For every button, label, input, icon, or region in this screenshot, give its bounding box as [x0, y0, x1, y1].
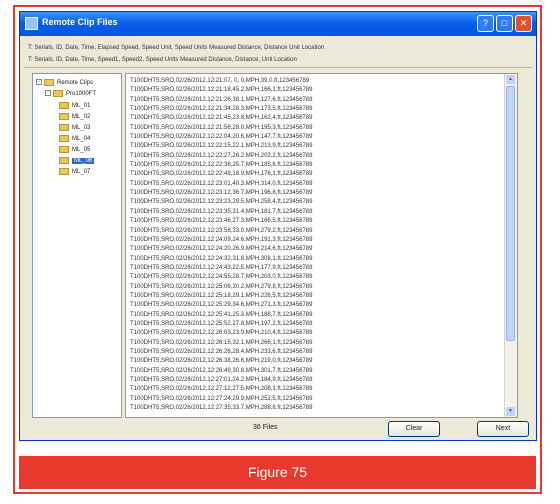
record-line: T100DHT5,SRO,02/26/2012,12:22:04,20.6,MP… — [130, 134, 313, 141]
record-line: T100DHT5,SRO,02/26/2012,12:26:49,30.8,MP… — [130, 367, 313, 374]
record-line: T100DHT5,SRO,02/26/2012,12:25:29,34.6,MP… — [130, 302, 313, 309]
folder-icon — [59, 123, 69, 131]
folder-icon — [59, 145, 69, 153]
record-line: T100DHT5,SRO,02/26/2012,12:25:52,27.8,MP… — [130, 320, 313, 327]
remote-clip-files-window: Remote Clip Files ? □ ✕ T: Serials, ID, … — [19, 11, 537, 441]
separator — [24, 67, 532, 68]
tree-folder-ml01[interactable]: ML_01 — [59, 101, 90, 111]
record-line: T100DHT5,SRO,02/26/2012,12:21:26,38.1,MP… — [130, 96, 313, 103]
tree-folder-ml06-selected[interactable]: ML_06 — [59, 156, 95, 166]
format-line-2: T: Serials, ID, Date, Time, Speed1, Spee… — [28, 57, 297, 63]
tree-folder-label: ML_01 — [72, 103, 91, 109]
record-line: T100DHT5,SRO,02/26/2012,12:24:09,24.6,MP… — [130, 236, 313, 243]
record-line: T100DHT5,SRO,02/26/2012,12:25:18,29.1,MP… — [130, 292, 313, 299]
record-line: T100DHT5,SRO,02/26/2012,12:22:15,22.1,MP… — [130, 143, 313, 150]
tree-folder-ml04[interactable]: ML_04 — [59, 134, 90, 144]
close-button[interactable]: ✕ — [515, 15, 532, 32]
next-button[interactable]: Next — [477, 421, 529, 437]
tree-folder-label: ML_05 — [72, 147, 91, 153]
tree-folder-ml05[interactable]: ML_05 — [59, 145, 90, 155]
file-count: 36 Files — [253, 424, 278, 431]
record-line: T100DHT5,SRO,02/26/2012,12:23:23,29.5,MP… — [130, 199, 313, 206]
record-line: T100DHT5,SRO,02/26/2012,12:21:45,23.8,MP… — [130, 115, 313, 122]
help-button[interactable]: ? — [477, 15, 494, 32]
record-line: T100DHT5,SRO,02/26/2012,12:26:26,28.4,MP… — [130, 348, 313, 355]
record-line: T100DHT5,SRO,02/26/2012,12:23:35,31.4,MP… — [130, 208, 313, 215]
tree-folder-label: ML_02 — [72, 114, 91, 120]
record-line: T100DHT5,SRO,02/26/2012,12:21:07, 0, 0,M… — [130, 78, 310, 84]
collapse-icon[interactable]: - — [36, 79, 42, 86]
clear-button[interactable]: Clear — [388, 421, 440, 437]
record-line: T100DHT5,SRO,02/26/2012,12:26:03,23.9,MP… — [130, 330, 313, 337]
tree-folder-ml03[interactable]: ML_03 — [59, 123, 90, 133]
vertical-scrollbar[interactable]: ▲ ▼ — [504, 74, 517, 417]
record-line: T100DHT5,SRO,02/26/2012,12:23:58,33.0,MP… — [130, 227, 313, 234]
record-line: T100DHT5,SRO,02/26/2012,12:23:12,36.7,MP… — [130, 190, 313, 197]
records-pane[interactable]: T100DHT5,SRO,02/26/2012,12:21:07, 0, 0,M… — [125, 73, 518, 418]
tree-root[interactable]: - Remote Clips — [36, 78, 93, 88]
figure-caption: Figure 75 — [19, 456, 536, 489]
record-line: T100DHT5,SRO,02/26/2012,12:22:27,26.2,MP… — [130, 152, 313, 159]
record-line: T100DHT5,SRO,02/26/2012,12:23:46,27.3,MP… — [130, 218, 313, 225]
record-line: T100DHT5,SRO,02/26/2012,12:25:06,30.2,MP… — [130, 283, 313, 290]
window-title: Remote Clip Files — [42, 17, 118, 27]
record-line: T100DHT5,SRO,02/26/2012,12:25:41,25.3,MP… — [130, 311, 313, 318]
maximize-button[interactable]: □ — [496, 15, 513, 32]
tree-folder-ml02[interactable]: ML_02 — [59, 112, 90, 122]
record-line: T100DHT5,SRO,02/26/2012,12:21:18,45.2,MP… — [130, 87, 313, 94]
record-line: T100DHT5,SRO,02/26/2012,12:27:24,29.9,MP… — [130, 395, 313, 402]
tree-folder-ml07[interactable]: ML_07 — [59, 167, 90, 177]
scroll-down-icon[interactable]: ▼ — [506, 407, 515, 416]
folder-icon — [59, 112, 69, 120]
record-line: T100DHT5,SRO,02/26/2012,12:24:20,26.9,MP… — [130, 246, 313, 253]
folder-icon — [59, 167, 69, 175]
record-line: T100DHT5,SRO,02/26/2012,12:27:35,33.7,MP… — [130, 405, 313, 412]
record-line: T100DHT5,SRO,02/26/2012,12:27:12,27.5,MP… — [130, 386, 313, 393]
folder-icon — [59, 134, 69, 142]
tree-child[interactable]: - Pro1000FT — [45, 89, 96, 99]
record-line: T100DHT5,SRO,02/26/2012,12:26:15,32.1,MP… — [130, 339, 313, 346]
folder-icon — [44, 78, 54, 86]
tree-root-label: Remote Clips — [57, 80, 94, 86]
tree-folder-label: ML_07 — [72, 169, 91, 175]
collapse-icon[interactable]: - — [45, 90, 51, 97]
app-icon — [25, 17, 38, 30]
record-line: T100DHT5,SRO,02/26/2012,12:24:32,31.8,MP… — [130, 255, 313, 262]
bottom-bar: 36 Files Clear Next — [20, 418, 536, 440]
record-line: T100DHT5,SRO,02/26/2012,12:22:38,25.7,MP… — [130, 162, 313, 169]
scroll-thumb[interactable] — [506, 86, 515, 341]
tree-folder-label: ML_06 — [72, 158, 95, 164]
folder-icon — [53, 89, 63, 97]
record-line: T100DHT5,SRO,02/26/2012,12:27:01,24.2,MP… — [130, 377, 313, 383]
folder-icon — [59, 101, 69, 109]
records-list: T100DHT5,SRO,02/26/2012,12:21:07, 0, 0,M… — [130, 77, 513, 413]
record-line: T100DHT5,SRO,02/26/2012,12:21:56,28.0,MP… — [130, 124, 313, 131]
record-line: T100DHT5,SRO,02/26/2012,12:24:55,28.7,MP… — [130, 274, 313, 281]
tree-folder-label: ML_04 — [72, 136, 91, 142]
record-line: T100DHT5,SRO,02/26/2012,12:24:43,22.5,MP… — [130, 264, 313, 271]
scroll-up-icon[interactable]: ▲ — [506, 75, 515, 84]
tree-folder-label: ML_03 — [72, 125, 91, 131]
tree-child-label: Pro1000FT — [66, 91, 97, 97]
record-line: T100DHT5,SRO,02/26/2012,12:22:49,18.9,MP… — [130, 171, 313, 178]
record-line: T100DHT5,SRO,02/26/2012,12:23:01,40.3,MP… — [130, 180, 313, 187]
title-bar[interactable]: Remote Clip Files ? □ ✕ — [20, 12, 536, 36]
record-line: T100DHT5,SRO,02/26/2012,12:26:38,26.6,MP… — [130, 358, 313, 365]
folder-tree[interactable]: - Remote Clips - Pro1000FT ML_01 ML_02 ML_… — [32, 73, 122, 418]
format-line-1: T: Serials, ID, Date, Time, Elapsed Spee… — [28, 45, 325, 51]
record-line: T100DHT5,SRO,02/26/2012,12:21:34,28.3,MP… — [130, 106, 313, 113]
folder-icon — [59, 156, 69, 164]
